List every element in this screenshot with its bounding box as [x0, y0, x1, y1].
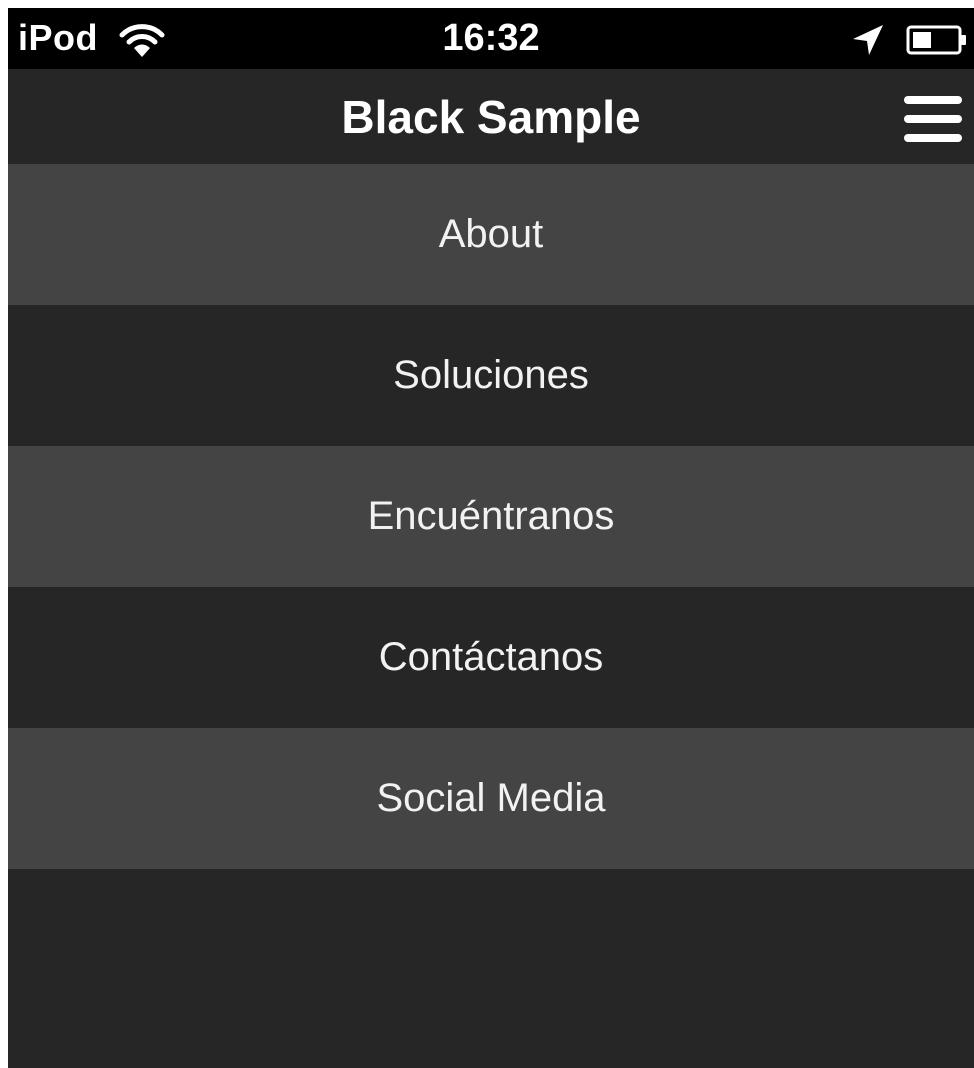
menu-item-label: About — [438, 212, 544, 256]
side-menu: About Soluciones Encuéntranos Contáctano… — [8, 164, 974, 869]
menu-item-contactanos[interactable]: Contáctanos — [8, 587, 974, 728]
menu-item-label: Soluciones — [393, 353, 589, 397]
status-time: 16:32 — [442, 17, 540, 59]
status-bar: iPod 16:32 — [8, 8, 974, 69]
app-screen: iPod 16:32 Black Sample About Soluciones — [8, 8, 974, 1068]
hamburger-menu-icon[interactable] — [904, 96, 962, 142]
menu-item-label: Encuéntranos — [367, 494, 615, 538]
menu-item-encuentranos[interactable]: Encuéntranos — [8, 446, 974, 587]
page-title: Black Sample — [341, 91, 641, 143]
battery-icon — [906, 25, 966, 55]
menu-item-social-media[interactable]: Social Media — [8, 728, 974, 869]
location-arrow-icon — [853, 25, 883, 55]
menu-item-soluciones[interactable]: Soluciones — [8, 305, 974, 446]
navigation-bar: Black Sample — [8, 69, 974, 164]
menu-item-about[interactable]: About — [8, 164, 974, 305]
menu-item-label: Contáctanos — [378, 635, 604, 679]
menu-item-label: Social Media — [376, 776, 606, 820]
